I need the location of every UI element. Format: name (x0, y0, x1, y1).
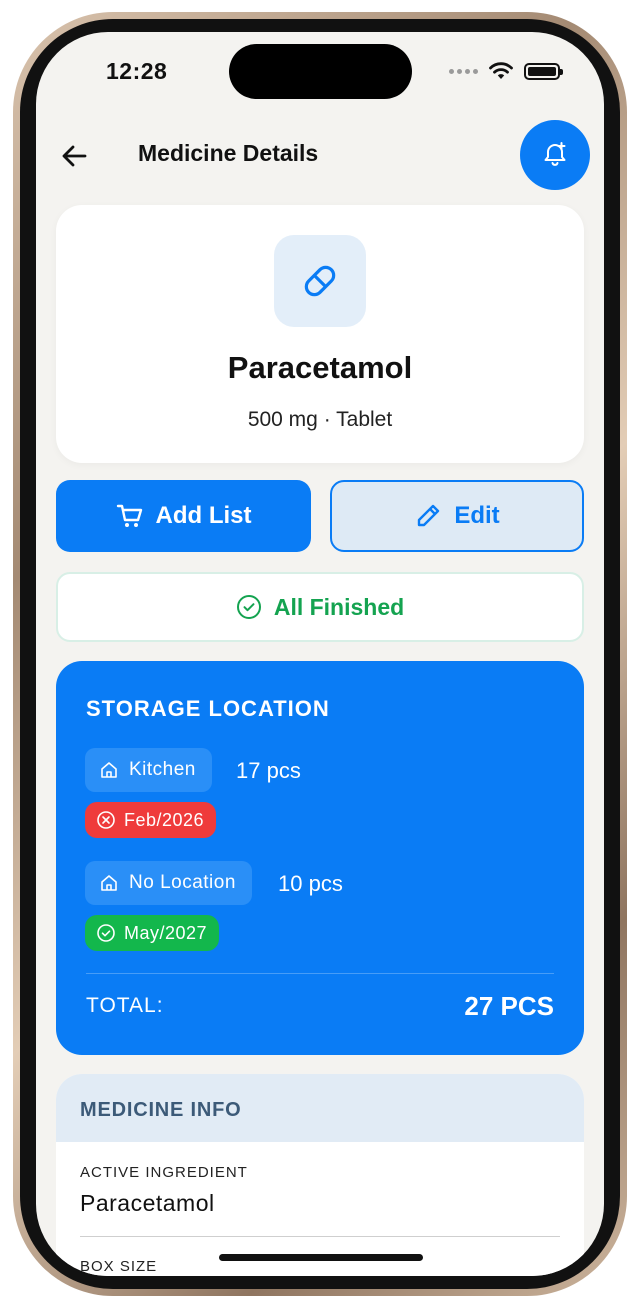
home-icon (101, 875, 117, 891)
dynamic-island (229, 44, 412, 99)
divider (80, 1236, 560, 1237)
x-circle-icon (97, 811, 115, 829)
back-button[interactable] (60, 142, 88, 170)
page-title: Medicine Details (138, 140, 319, 166)
status-label: All Finished (273, 593, 405, 620)
cart-icon (116, 504, 142, 527)
info-value: Paracetamol (80, 1190, 215, 1216)
edit-label: Edit (454, 502, 500, 529)
location-quantity: 10 pcs (278, 871, 343, 896)
home-icon (101, 762, 117, 778)
cellular-signal-icon (449, 68, 478, 74)
add-list-label: Add List (155, 502, 252, 529)
expiry-badge-valid: May/2027 (85, 915, 220, 951)
check-circle-icon (236, 595, 261, 619)
location-quantity: 17 pcs (236, 758, 301, 783)
total-label: TOTAL: (86, 994, 164, 1017)
app-screen: 12:28 Medicine Details Paracetamol 500 m… (36, 32, 604, 1276)
battery-icon (524, 62, 563, 80)
status-time: 12:28 (106, 58, 168, 84)
pencil-icon (418, 504, 440, 527)
info-label: ACTIVE INGREDIENT (80, 1164, 248, 1181)
medicine-info-title: MEDICINE INFO (56, 1074, 584, 1142)
location-chip-no-location[interactable]: No Location (85, 861, 252, 905)
medicine-info-card: MEDICINE INFO ACTIVE INGREDIENT Paraceta… (56, 1074, 584, 1276)
add-reminder-button[interactable] (520, 120, 590, 190)
status-banner: All Finished (56, 572, 584, 642)
medicine-card: Paracetamol 500 mg · Tablet (56, 205, 584, 463)
info-label: BOX SIZE (80, 1258, 158, 1275)
expiry-date: Feb/2026 (124, 809, 205, 830)
pill-icon (304, 265, 336, 297)
arrow-left-icon (62, 145, 87, 167)
expiry-badge-expired: Feb/2026 (85, 802, 217, 838)
status-indicators (449, 61, 563, 81)
location-name: Kitchen (129, 759, 196, 780)
medicine-dosage: 500 mg · Tablet (247, 408, 393, 431)
medicine-icon-box (274, 235, 366, 327)
medicine-name: Paracetamol (227, 350, 413, 385)
storage-title: STORAGE LOCATION (86, 696, 330, 721)
location-chip-kitchen[interactable]: Kitchen (85, 748, 212, 792)
add-list-button[interactable]: Add List (56, 480, 311, 552)
total-value: 27 PCS (464, 991, 554, 1021)
wifi-icon (489, 62, 513, 79)
divider (86, 973, 554, 974)
bell-plus-icon (544, 142, 566, 166)
home-indicator[interactable] (219, 1254, 423, 1261)
location-name: No Location (129, 872, 236, 893)
expiry-date: May/2027 (124, 922, 208, 943)
check-circle-icon (97, 924, 115, 942)
edit-button[interactable]: Edit (330, 480, 584, 552)
storage-location-card: STORAGE LOCATION Kitchen 17 pcs Feb/2026… (56, 661, 584, 1055)
